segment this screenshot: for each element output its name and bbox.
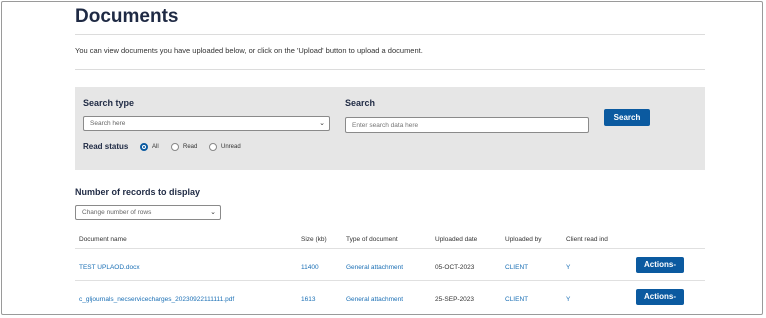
radio-read-label: Read [183, 144, 198, 150]
chevron-down-icon: ⌄ [210, 209, 216, 216]
page-frame: Documents You can view documents you hav… [1, 1, 763, 315]
search-input[interactable] [345, 117, 589, 133]
col-header-date: Uploaded date [435, 236, 478, 243]
read-ind-cell: Y [566, 296, 571, 303]
uploaded-by-cell: CLIENT [505, 264, 529, 271]
radio-all[interactable] [140, 143, 148, 151]
date-cell: 05-OCT-2023 [435, 264, 475, 271]
search-type-select[interactable]: Search here ⌄ [83, 116, 330, 131]
col-header-name: Document name [79, 236, 127, 243]
type-cell: General attachment [346, 296, 404, 303]
type-cell: General attachment [346, 264, 404, 271]
read-status-label: Read status [83, 142, 129, 151]
read-ind-cell: Y [566, 264, 571, 271]
search-type-value: Search here [90, 120, 126, 127]
row-divider [75, 280, 705, 281]
date-cell: 25-SEP-2023 [435, 296, 475, 303]
page-title: Documents [75, 6, 179, 27]
records-label: Number of records to display [75, 187, 201, 197]
size-cell: 11400 [301, 264, 319, 271]
size-cell: 1613 [301, 296, 316, 303]
col-header-read: Client read ind [566, 236, 608, 243]
records-select-value: Change number of rows [82, 209, 152, 216]
document-link[interactable]: TEST UPLAOD.docx [79, 264, 140, 271]
col-header-type: Type of document [346, 236, 398, 243]
search-panel: Search type Search here ⌄ Search Search … [75, 87, 705, 170]
actions-button[interactable]: Actions- [636, 289, 684, 305]
radio-unread[interactable] [209, 143, 217, 151]
actions-button[interactable]: Actions- [636, 257, 684, 273]
col-header-size: Size (kb) [301, 236, 327, 243]
search-button[interactable]: Search [604, 109, 650, 126]
intro-divider [75, 69, 705, 70]
header-divider [75, 248, 705, 249]
search-type-label: Search type [83, 98, 135, 108]
radio-all-label: All [152, 144, 159, 150]
title-divider [75, 34, 705, 35]
search-label: Search [345, 98, 376, 108]
uploaded-by-cell: CLIENT [505, 296, 529, 303]
col-header-uploaded-by: Uploaded by [505, 236, 542, 243]
chevron-down-icon: ⌄ [319, 120, 325, 127]
intro-text: You can view documents you have uploaded… [75, 46, 423, 55]
radio-unread-label: Unread [221, 144, 241, 150]
document-link[interactable]: c_gljournals_necservicecharges_202309221… [79, 296, 234, 303]
radio-read[interactable] [171, 143, 179, 151]
records-select[interactable]: Change number of rows ⌄ [75, 205, 221, 220]
